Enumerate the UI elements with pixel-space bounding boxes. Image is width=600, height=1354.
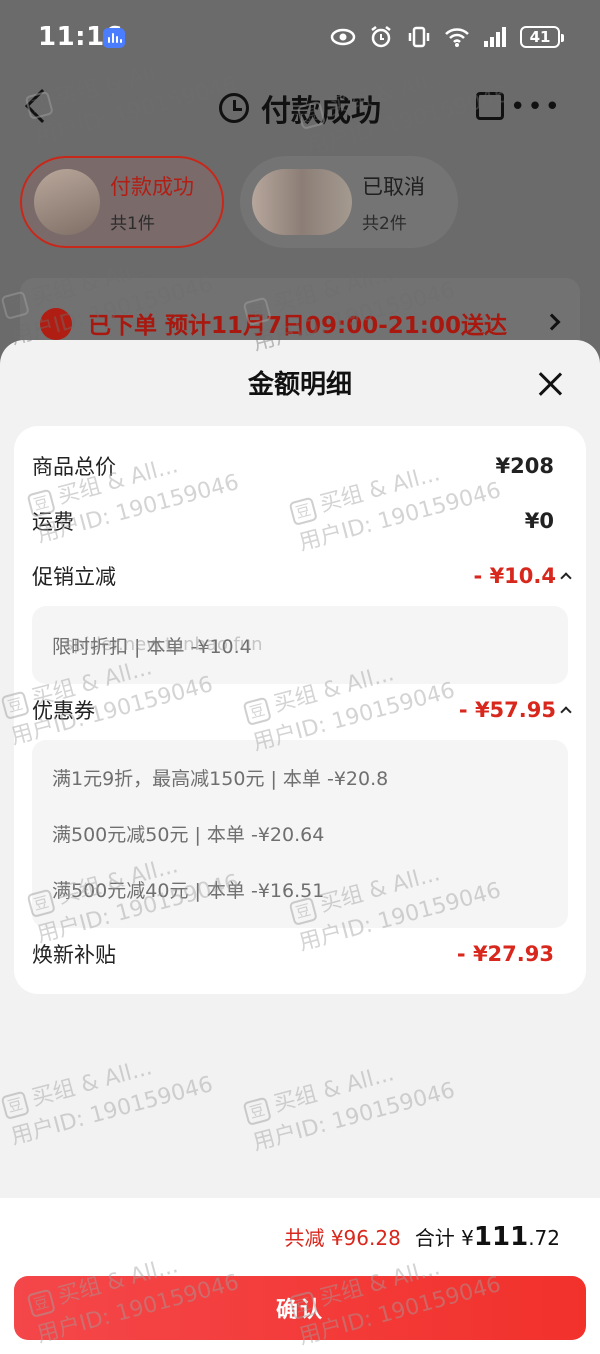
coupon-detail-line: 满500元减50元 | 本单 -¥20.64 [52, 824, 325, 846]
row-value: - ¥57.95 [458, 698, 556, 722]
row-label: 促销立减 [32, 565, 116, 589]
signal-icon [484, 27, 506, 47]
page-title: 付款成功 [261, 94, 381, 129]
sheet-footer: 共减 ¥96.28 合计 ¥111.72 确认 [0, 1198, 600, 1354]
more-icon[interactable]: ••• [510, 94, 562, 120]
product-thumbnail [34, 169, 100, 235]
watermark-url: spider.new.tanbao.fun [64, 634, 263, 655]
chevron-right-icon [543, 313, 561, 331]
order-tab-paid[interactable]: 付款成功 共1件 [20, 156, 224, 248]
total-reduce: 共减 ¥96.28 [284, 1226, 401, 1250]
order-tab-count: 共1件 [110, 213, 155, 234]
page-header: 付款成功 ••• [0, 76, 600, 144]
order-status-icon [40, 308, 72, 340]
row-label: 运费 [32, 510, 74, 534]
row-shipping: 运费 ¥0 [32, 503, 554, 539]
order-tab-title: 付款成功 [110, 174, 194, 199]
confirm-button[interactable]: 确认 [14, 1276, 586, 1340]
order-tabs: 付款成功 共1件 已取消 共2件 [20, 156, 580, 250]
alarm-icon [371, 26, 391, 48]
coupon-detail-line: 满1元9折，最高减150元 | 本单 -¥20.8 [52, 768, 389, 790]
share-icon[interactable] [476, 92, 504, 120]
row-subsidy: 焕新补贴 - ¥27.93 [32, 936, 554, 972]
row-value: ¥208 [495, 454, 554, 478]
clock-icon [219, 93, 249, 123]
total-integer: 111 [473, 1222, 529, 1252]
coupon-detail-box: 满1元9折，最高减150元 | 本单 -¥20.8 满500元减50元 | 本单… [32, 740, 568, 928]
total-sum: 合计 ¥111.72 [415, 1222, 560, 1252]
battery-icon: 41 [520, 26, 564, 48]
row-goods-total: 商品总价 ¥208 [32, 448, 554, 484]
delivery-notice[interactable]: 已下单 预计11月7日09:00-21:00送达 [20, 278, 580, 342]
order-tab-cancelled[interactable]: 已取消 共2件 [240, 156, 458, 248]
row-promotion[interactable]: 促销立减 - ¥10.4 [32, 558, 572, 594]
battery-level: 41 [529, 28, 551, 46]
row-label: 优惠券 [32, 699, 95, 723]
total-label: 合计 ¥ [414, 1226, 474, 1250]
row-label: 焕新补贴 [32, 943, 116, 967]
row-value: - ¥27.93 [456, 942, 554, 966]
row-label: 商品总价 [32, 455, 116, 479]
coupon-detail-line: 满500元减40元 | 本单 -¥16.51 [52, 880, 325, 902]
delivery-notice-text: 已下单 预计11月7日09:00-21:00送达 [88, 313, 507, 339]
product-thumbnail [252, 169, 352, 235]
row-value: - ¥10.4 [473, 564, 556, 588]
chevron-up-icon[interactable] [560, 572, 572, 584]
eye-icon [330, 28, 356, 46]
status-bar: 11:16 41 [0, 0, 600, 76]
chevron-up-icon[interactable] [560, 706, 572, 718]
order-tab-title: 已取消 [362, 174, 425, 199]
sheet-title: 金额明细 [247, 370, 352, 400]
order-tab-count: 共2件 [362, 213, 407, 234]
wifi-icon [445, 28, 469, 47]
vibrate-icon [408, 26, 430, 48]
row-value: ¥0 [524, 509, 554, 533]
amount-detail-card: 商品总价 ¥208 运费 ¥0 促销立减 - ¥10.4 限时折扣 | 本单 -… [14, 426, 586, 994]
row-coupon[interactable]: 优惠券 - ¥57.95 [32, 692, 572, 728]
totals: 共减 ¥96.28 合计 ¥111.72 [284, 1222, 560, 1252]
voice-assistant-icon [103, 28, 125, 48]
total-decimal: .72 [528, 1226, 560, 1250]
close-icon[interactable] [538, 372, 562, 396]
